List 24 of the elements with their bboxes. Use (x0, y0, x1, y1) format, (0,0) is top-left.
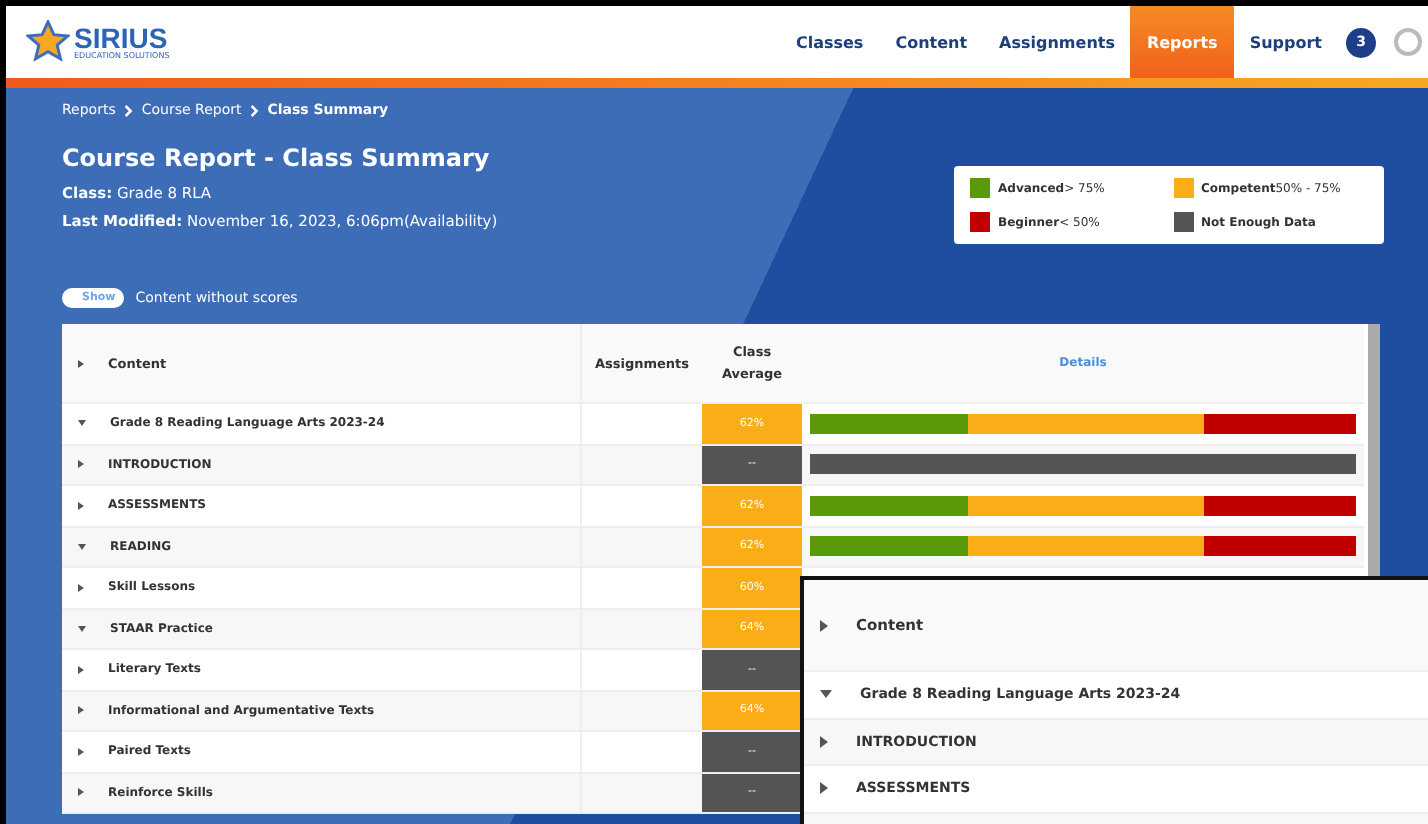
expand-icon[interactable] (820, 619, 828, 631)
nav-link[interactable]: Assignments (983, 6, 1131, 78)
nav-link[interactable]: Support (1233, 6, 1338, 78)
chevron-icon (249, 103, 260, 117)
expand-icon[interactable] (78, 583, 84, 592)
star-logo-icon (26, 20, 70, 64)
expand-icon[interactable] (78, 625, 86, 632)
expand-icon[interactable] (78, 501, 84, 510)
nav-link[interactable]: Content (879, 6, 984, 78)
expand-icon[interactable] (820, 782, 828, 795)
logo-name: SIRIUS (74, 24, 168, 52)
expand-icon[interactable] (78, 543, 86, 550)
expand-icon[interactable] (78, 747, 84, 756)
nav-link[interactable]: Classes (779, 6, 880, 78)
expand-icon[interactable] (78, 706, 84, 715)
expand-icon[interactable] (78, 788, 84, 797)
page-title: Course Report - Class Summary (62, 144, 492, 172)
expand-icon[interactable] (78, 460, 84, 469)
expand-icon[interactable] (78, 665, 84, 674)
expand-icon[interactable] (820, 690, 832, 699)
expand-icon[interactable] (820, 735, 828, 748)
expand-icon[interactable] (78, 420, 86, 427)
expand-icon[interactable] (78, 359, 84, 367)
chevron-icon (123, 103, 134, 117)
